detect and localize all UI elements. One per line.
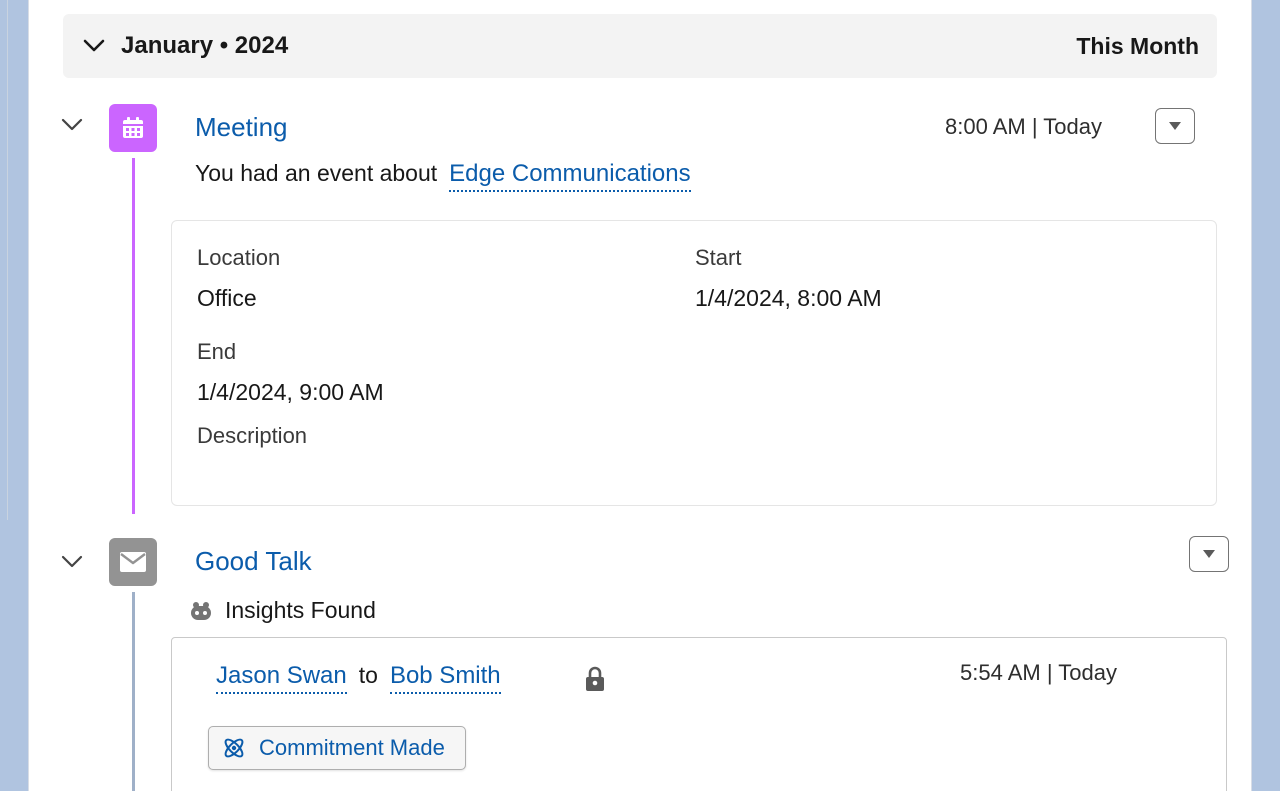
caret-down-icon — [1203, 550, 1215, 558]
email-timeline-line — [132, 592, 135, 791]
meeting-details-card: Location Office Start 1/4/2024, 8:00 AM … — [171, 220, 1217, 506]
email-time: 5:54 AM | Today — [960, 660, 1117, 685]
lock-icon — [584, 666, 606, 697]
meeting-title-link[interactable]: Meeting — [195, 112, 288, 143]
start-value: 1/4/2024, 8:00 AM — [695, 285, 882, 311]
meeting-expand-chevron-icon[interactable] — [61, 118, 83, 137]
meeting-subtitle-text: You had an event about — [195, 160, 438, 186]
month-group-header[interactable]: January • 2024 This Month — [63, 14, 1217, 78]
calendar-icon — [109, 104, 157, 152]
caret-down-icon — [1169, 122, 1181, 130]
to-word: to — [358, 662, 378, 688]
einstein-bot-icon — [191, 601, 211, 620]
meeting-actions-menu-button[interactable] — [1155, 108, 1195, 144]
email-participants: Jason Swan to Bob Smith — [216, 662, 501, 694]
atom-icon — [224, 738, 244, 758]
end-label: End — [197, 339, 237, 364]
activity-timeline-panel: January • 2024 This Month Meeting 8:00 A… — [28, 0, 1252, 791]
month-group-relative-label: This Month — [1076, 32, 1199, 59]
email-expand-chevron-icon[interactable] — [61, 555, 83, 574]
description-label: Description — [197, 423, 308, 448]
related-record-link[interactable]: Edge Communications — [449, 160, 691, 192]
meeting-time: 8:00 AM | Today — [945, 114, 1102, 139]
commitment-made-label: Commitment Made — [259, 735, 445, 760]
end-value: 1/4/2024, 9:00 AM — [197, 379, 384, 405]
email-icon — [109, 538, 157, 586]
location-label: Location — [197, 245, 281, 270]
start-label: Start — [695, 245, 742, 270]
background-panel-edge — [0, 0, 8, 520]
email-actions-menu-button[interactable] — [1189, 536, 1229, 572]
email-insight-card: Jason Swan to Bob Smith 5:54 AM | Today … — [171, 637, 1227, 791]
commitment-made-badge[interactable]: Commitment Made — [208, 726, 466, 770]
location-value: Office — [197, 285, 257, 311]
insights-found: Insights Found — [187, 597, 376, 624]
chevron-down-icon[interactable] — [83, 39, 105, 53]
recipient-link[interactable]: Bob Smith — [389, 662, 501, 694]
sender-link[interactable]: Jason Swan — [216, 662, 347, 694]
meeting-timeline-line — [132, 158, 135, 514]
meeting-subtitle: You had an event about Edge Communicatio… — [195, 160, 691, 192]
insights-found-label: Insights Found — [225, 597, 376, 623]
month-group-title: January • 2024 — [121, 32, 289, 59]
email-title-link[interactable]: Good Talk — [195, 546, 312, 577]
